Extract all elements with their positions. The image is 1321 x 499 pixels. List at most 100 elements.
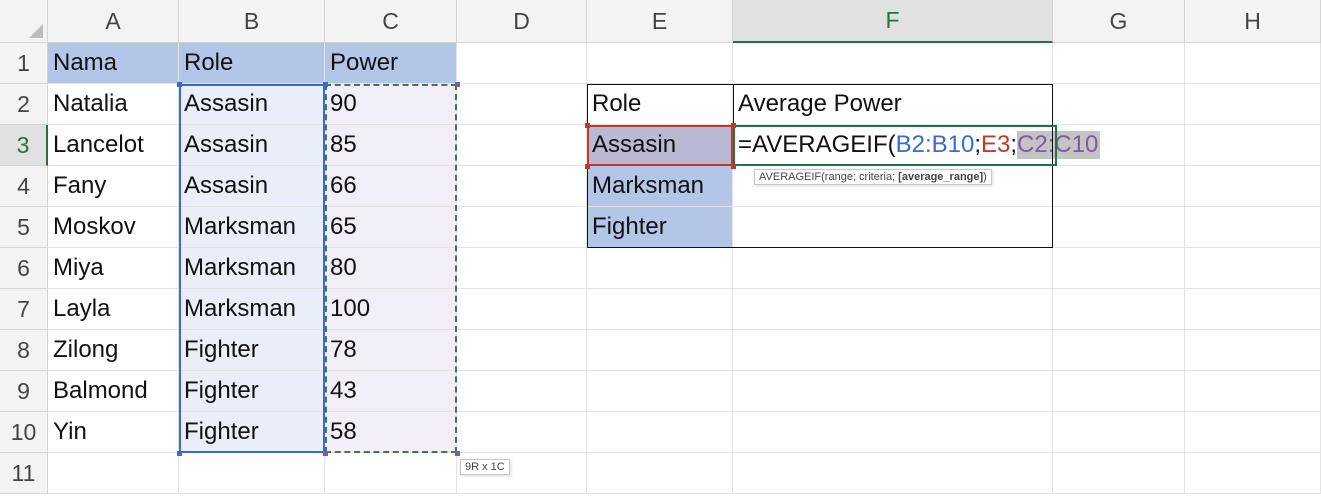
cell-d6[interactable] — [457, 248, 587, 289]
cell-d9[interactable] — [457, 371, 587, 412]
cell-a11[interactable] — [48, 453, 179, 494]
row-header-5[interactable]: 5 — [0, 207, 48, 248]
cell-e5[interactable]: Fighter — [587, 207, 733, 248]
cell-a7[interactable]: Layla — [48, 289, 179, 330]
row-header-9[interactable]: 9 — [0, 371, 48, 412]
cell-c2[interactable]: 90 — [325, 84, 457, 125]
cell-b9[interactable]: Fighter — [179, 371, 325, 412]
criteria-handle-tl[interactable] — [585, 123, 590, 128]
cell-f1[interactable] — [733, 43, 1053, 84]
cell-g2[interactable] — [1053, 84, 1185, 125]
cell-d10[interactable] — [457, 412, 587, 453]
cell-f11[interactable] — [733, 453, 1053, 494]
cell-e7[interactable] — [587, 289, 733, 330]
cell-h10[interactable] — [1185, 412, 1321, 453]
cell-c5[interactable]: 65 — [325, 207, 457, 248]
range-c-handle-br[interactable] — [455, 451, 460, 456]
column-header-b[interactable]: B — [179, 0, 325, 43]
cell-e1[interactable] — [587, 43, 733, 84]
cell-c10[interactable]: 58 — [325, 412, 457, 453]
range-b-handle-bl[interactable] — [177, 451, 182, 456]
cell-e11[interactable] — [587, 453, 733, 494]
cell-b3[interactable]: Assasin — [179, 125, 325, 166]
row-header-6[interactable]: 6 — [0, 248, 48, 289]
range-b-handle-tl[interactable] — [177, 82, 182, 87]
cell-a4[interactable]: Fany — [48, 166, 179, 207]
cell-e8[interactable] — [587, 330, 733, 371]
cell-b7[interactable]: Marksman — [179, 289, 325, 330]
column-header-a[interactable]: A — [48, 0, 179, 43]
cell-d3[interactable] — [457, 125, 587, 166]
cell-a6[interactable]: Miya — [48, 248, 179, 289]
cell-f8[interactable] — [733, 330, 1053, 371]
column-header-c[interactable]: C — [325, 0, 457, 43]
cell-g3[interactable] — [1053, 125, 1185, 166]
cell-h8[interactable] — [1185, 330, 1321, 371]
cell-c4[interactable]: 66 — [325, 166, 457, 207]
cell-g8[interactable] — [1053, 330, 1185, 371]
range-c-handle-bl[interactable] — [323, 451, 328, 456]
cell-f5[interactable] — [733, 207, 1053, 248]
criteria-handle-tr[interactable] — [731, 123, 736, 128]
row-header-1[interactable]: 1 — [0, 43, 48, 84]
cell-b1[interactable]: Role — [179, 43, 325, 84]
cell-b8[interactable]: Fighter — [179, 330, 325, 371]
cell-g10[interactable] — [1053, 412, 1185, 453]
cell-h1[interactable] — [1185, 43, 1321, 84]
cell-f9[interactable] — [733, 371, 1053, 412]
cell-f6[interactable] — [733, 248, 1053, 289]
cell-e6[interactable] — [587, 248, 733, 289]
cell-b6[interactable]: Marksman — [179, 248, 325, 289]
cell-h3[interactable] — [1185, 125, 1321, 166]
row-header-2[interactable]: 2 — [0, 84, 48, 125]
criteria-handle-br[interactable] — [731, 164, 736, 169]
cell-e2[interactable]: Role — [587, 84, 733, 125]
cell-e9[interactable] — [587, 371, 733, 412]
cell-d2[interactable] — [457, 84, 587, 125]
cell-g5[interactable] — [1053, 207, 1185, 248]
function-tooltip[interactable]: AVERAGEIF(range; criteria; [average_rang… — [754, 169, 992, 185]
cell-g9[interactable] — [1053, 371, 1185, 412]
cell-a2[interactable]: Natalia — [48, 84, 179, 125]
row-header-10[interactable]: 10 — [0, 412, 48, 453]
cell-c9[interactable]: 43 — [325, 371, 457, 412]
cell-c3[interactable]: 85 — [325, 125, 457, 166]
cell-g6[interactable] — [1053, 248, 1185, 289]
cell-a10[interactable]: Yin — [48, 412, 179, 453]
cell-h9[interactable] — [1185, 371, 1321, 412]
cell-h11[interactable] — [1185, 453, 1321, 494]
cell-c1[interactable]: Power — [325, 43, 457, 84]
cell-f2[interactable]: Average Power — [733, 84, 1053, 125]
cell-g1[interactable] — [1053, 43, 1185, 84]
cell-e3[interactable]: Assasin — [587, 125, 733, 166]
cell-a1[interactable]: Nama — [48, 43, 179, 84]
cell-g11[interactable] — [1053, 453, 1185, 494]
spreadsheet-grid[interactable]: A B C D E F G H 1 2 3 4 5 6 7 8 9 10 11 Nama Role Power Natali… — [0, 0, 1321, 499]
cell-g7[interactable] — [1053, 289, 1185, 330]
cell-c7[interactable]: 100 — [325, 289, 457, 330]
cell-d4[interactable] — [457, 166, 587, 207]
range-b-handle-tr[interactable] — [323, 82, 328, 87]
column-header-e[interactable]: E — [587, 0, 733, 43]
cell-h5[interactable] — [1185, 207, 1321, 248]
row-header-11[interactable]: 11 — [0, 453, 48, 494]
cell-h6[interactable] — [1185, 248, 1321, 289]
criteria-handle-bl[interactable] — [585, 164, 590, 169]
cell-c8[interactable]: 78 — [325, 330, 457, 371]
cell-c11[interactable] — [325, 453, 457, 494]
cell-a5[interactable]: Moskov — [48, 207, 179, 248]
cell-b10[interactable]: Fighter — [179, 412, 325, 453]
row-header-4[interactable]: 4 — [0, 166, 48, 207]
cell-h4[interactable] — [1185, 166, 1321, 207]
column-header-h[interactable]: H — [1185, 0, 1321, 43]
cell-a9[interactable]: Balmond — [48, 371, 179, 412]
cell-a8[interactable]: Zilong — [48, 330, 179, 371]
select-all-corner[interactable] — [0, 0, 48, 43]
cell-d7[interactable] — [457, 289, 587, 330]
column-header-g[interactable]: G — [1053, 0, 1185, 43]
cell-f10[interactable] — [733, 412, 1053, 453]
cell-e4[interactable]: Marksman — [587, 166, 733, 207]
column-header-d[interactable]: D — [457, 0, 587, 43]
cell-e10[interactable] — [587, 412, 733, 453]
cell-f7[interactable] — [733, 289, 1053, 330]
